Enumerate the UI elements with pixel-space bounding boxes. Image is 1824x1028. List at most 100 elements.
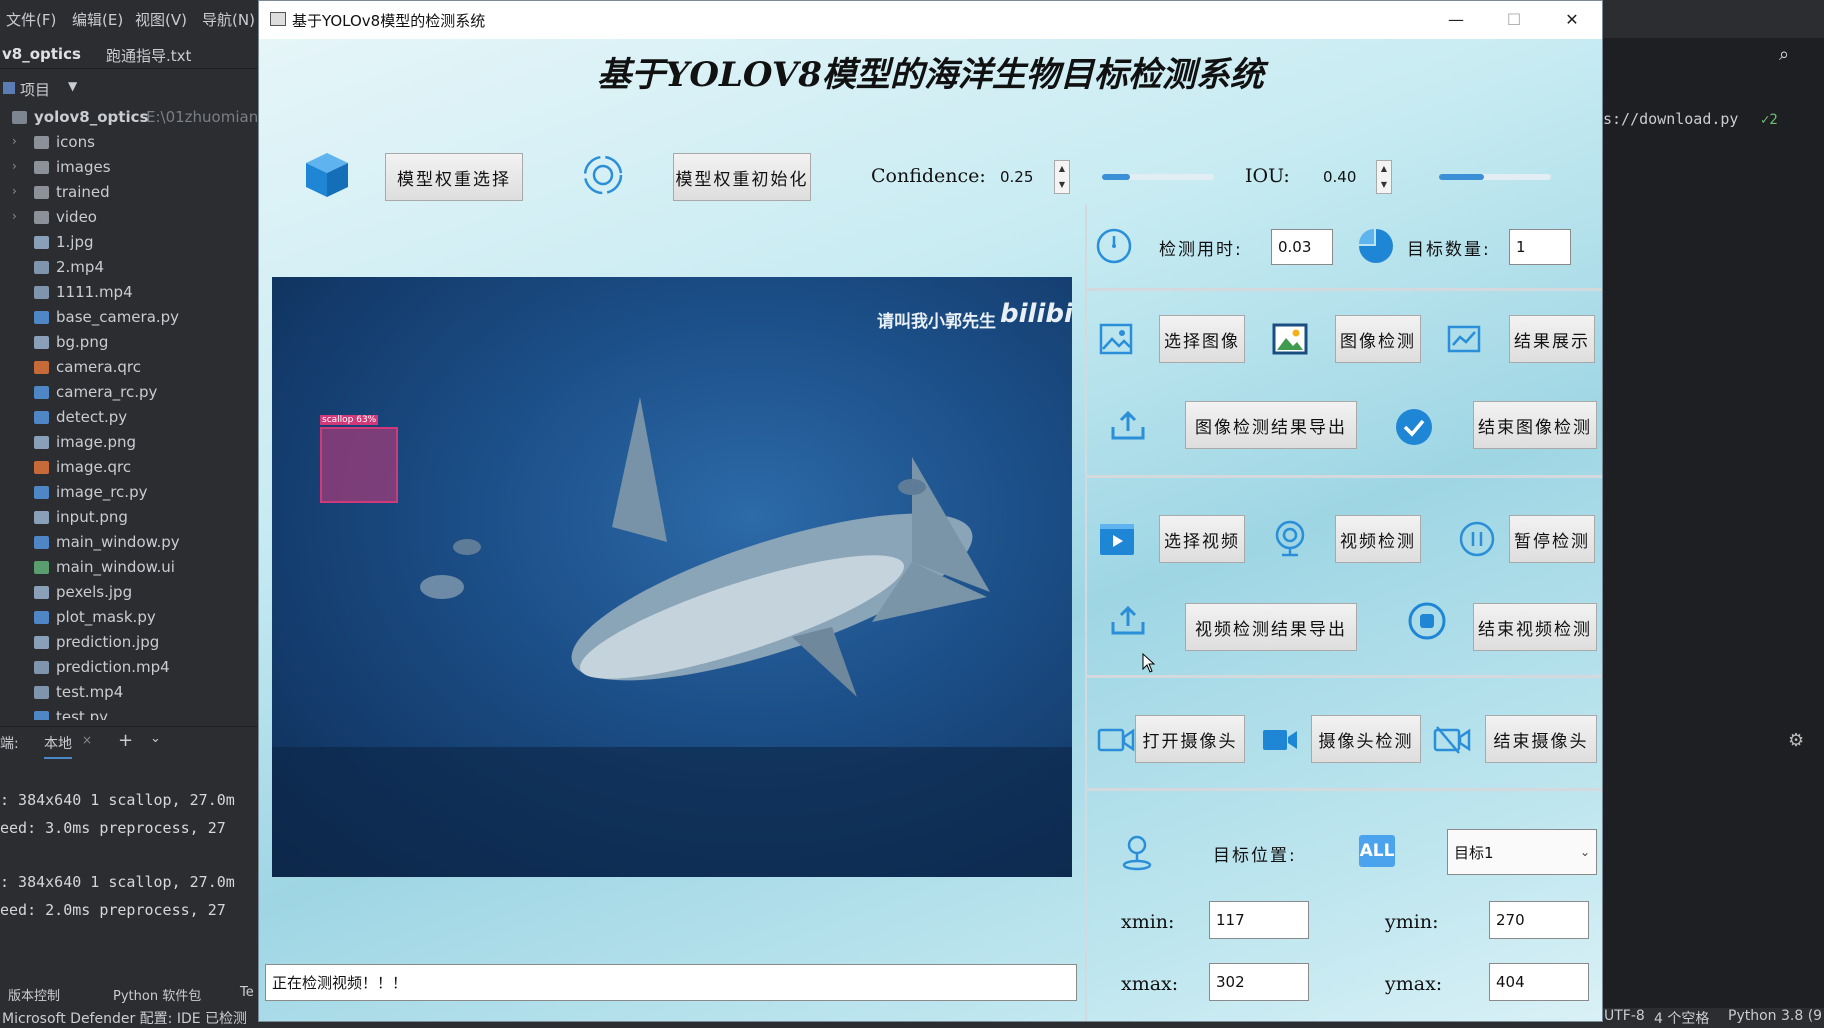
chevron-right-icon[interactable]: ›: [12, 184, 17, 198]
tree-file[interactable]: base_camera.py: [0, 306, 258, 331]
tree-folder[interactable]: › video: [0, 206, 258, 231]
iou-stepper[interactable]: ▲ ▼: [1376, 160, 1392, 194]
select-video-button[interactable]: 选择视频: [1159, 515, 1245, 563]
minimize-button[interactable]: —: [1436, 7, 1476, 33]
tree-file[interactable]: image.qrc: [0, 456, 258, 481]
video-detect-button[interactable]: 视频检测: [1335, 515, 1421, 563]
defender-notice[interactable]: Microsoft Defender 配置: IDE 已检测: [2, 1008, 247, 1028]
tree-file[interactable]: 1.jpg: [0, 231, 258, 256]
tree-file[interactable]: prediction.jpg: [0, 631, 258, 656]
target-select[interactable]: 目标1 ⌄: [1447, 829, 1597, 875]
picture-detect-icon: [1272, 323, 1308, 355]
chevron-down-icon: ⌄: [1579, 845, 1590, 859]
export-image-result-button[interactable]: 图像检测结果导出: [1185, 401, 1357, 449]
project-tool-label[interactable]: 项目: [20, 79, 50, 100]
tree-folder[interactable]: › trained: [0, 181, 258, 206]
maximize-button[interactable]: ☐: [1494, 7, 1534, 33]
tree-file[interactable]: camera_rc.py: [0, 381, 258, 406]
section-divider: [1085, 475, 1602, 478]
close-button[interactable]: ✕: [1552, 7, 1592, 33]
detect-time-field[interactable]: 0.03: [1271, 229, 1333, 265]
folder-icon: [34, 161, 49, 174]
camera-detect-button[interactable]: 摄像头检测: [1311, 715, 1421, 763]
model-weight-init-button[interactable]: 模型权重初始化: [673, 153, 811, 201]
python-file-icon: [34, 611, 49, 624]
add-terminal-icon[interactable]: +: [118, 730, 133, 751]
settings-icon[interactable]: ⚙: [1788, 730, 1804, 751]
iou-slider[interactable]: [1439, 174, 1551, 180]
tree-file[interactable]: plot_mask.py: [0, 606, 258, 631]
status-text-field[interactable]: 正在检测视频！！！: [265, 964, 1077, 1001]
ymax-field[interactable]: 404: [1489, 963, 1589, 1001]
menu-edit[interactable]: 编辑(E): [72, 9, 123, 30]
chevron-right-icon[interactable]: ›: [12, 159, 17, 173]
inspection-badge[interactable]: ✓2: [1761, 112, 1778, 128]
detect-time-label: 检测用时:: [1159, 240, 1243, 260]
project-name[interactable]: v8_optics: [2, 45, 81, 63]
image-file-icon: [34, 586, 49, 599]
detection-label: scallop 63%: [320, 415, 379, 425]
bilibili-logo: bilibili: [1000, 299, 1072, 329]
todo-tab[interactable]: Te: [240, 985, 254, 1000]
image-detect-button[interactable]: 图像检测: [1335, 315, 1421, 363]
tree-item-label: 2.mp4: [56, 258, 104, 276]
tree-file[interactable]: main_window.py: [0, 531, 258, 556]
open-file-tab[interactable]: 跑通指导.txt: [106, 45, 191, 66]
chevron-down-icon[interactable]: ▼: [68, 79, 77, 93]
menu-navigate[interactable]: 导航(N): [202, 9, 255, 30]
menu-view[interactable]: 视图(V): [135, 9, 187, 30]
tree-file[interactable]: main_window.ui: [0, 556, 258, 581]
terminal-line: : 384x640 1 scallop, 27.0m: [0, 791, 235, 809]
search-icon[interactable]: ⌕: [1779, 44, 1789, 65]
target-count-label: 目标数量:: [1407, 240, 1491, 260]
ymin-field[interactable]: 270: [1489, 901, 1589, 939]
confidence-slider[interactable]: [1102, 174, 1214, 180]
python-packages-tab[interactable]: Python 软件包: [113, 985, 201, 1004]
chevron-right-icon[interactable]: ›: [12, 209, 17, 223]
tree-root[interactable]: yolov8_optics E:\01zhuomian\: [0, 106, 258, 131]
vcs-tab[interactable]: 版本控制: [8, 985, 60, 1004]
terminal-tab[interactable]: 本地: [44, 733, 72, 759]
tree-item-label: 1.jpg: [56, 233, 94, 251]
tree-file[interactable]: 1111.mp4: [0, 281, 258, 306]
tree-folder[interactable]: › icons: [0, 131, 258, 156]
pause-detect-button[interactable]: 暂停检测: [1509, 515, 1595, 563]
tree-file[interactable]: image_rc.py: [0, 481, 258, 506]
encoding[interactable]: UTF-8: [1604, 1008, 1645, 1024]
tree-file[interactable]: image.png: [0, 431, 258, 456]
tree-file[interactable]: test.mp4: [0, 681, 258, 706]
location-pin-icon: [1122, 835, 1152, 871]
model-weight-select-button[interactable]: 模型权重选择: [385, 153, 523, 201]
xmax-field[interactable]: 302: [1209, 963, 1309, 1001]
interpreter[interactable]: Python 3.8 (9: [1728, 1008, 1822, 1024]
tree-file[interactable]: input.png: [0, 506, 258, 531]
tree-item-label: icons: [56, 133, 95, 151]
confidence-spinbox[interactable]: 0.25: [994, 161, 1048, 193]
tree-file[interactable]: pexels.jpg: [0, 581, 258, 606]
chevron-down-icon[interactable]: ⌄: [150, 731, 161, 746]
tree-item-label: camera_rc.py: [56, 383, 158, 401]
tree-file[interactable]: bg.png: [0, 331, 258, 356]
tree-file[interactable]: 2.mp4: [0, 256, 258, 281]
confidence-stepper[interactable]: ▲ ▼: [1054, 160, 1070, 194]
close-icon[interactable]: ×: [82, 733, 92, 747]
tree-item-label: detect.py: [56, 408, 128, 426]
tree-file[interactable]: detect.py: [0, 406, 258, 431]
xmin-field[interactable]: 117: [1209, 901, 1309, 939]
tree-file[interactable]: prediction.mp4: [0, 656, 258, 681]
export-video-result-button[interactable]: 视频检测结果导出: [1185, 603, 1357, 651]
tree-file[interactable]: camera.qrc: [0, 356, 258, 381]
open-camera-button[interactable]: 打开摄像头: [1135, 715, 1245, 763]
tree-file[interactable]: test.py: [0, 706, 258, 720]
indent[interactable]: 4 个空格: [1654, 1008, 1709, 1028]
menu-file[interactable]: 文件(F): [6, 9, 56, 30]
end-image-detect-button[interactable]: 结束图像检测: [1473, 401, 1597, 449]
end-camera-button[interactable]: 结束摄像头: [1485, 715, 1597, 763]
chevron-right-icon[interactable]: ›: [12, 134, 17, 148]
end-video-detect-button[interactable]: 结束视频检测: [1473, 603, 1597, 651]
select-image-button[interactable]: 选择图像: [1159, 315, 1245, 363]
show-results-button[interactable]: 结果展示: [1509, 315, 1595, 363]
target-count-field[interactable]: 1: [1509, 229, 1571, 265]
tree-folder[interactable]: › images: [0, 156, 258, 181]
iou-spinbox[interactable]: 0.40: [1317, 161, 1371, 193]
